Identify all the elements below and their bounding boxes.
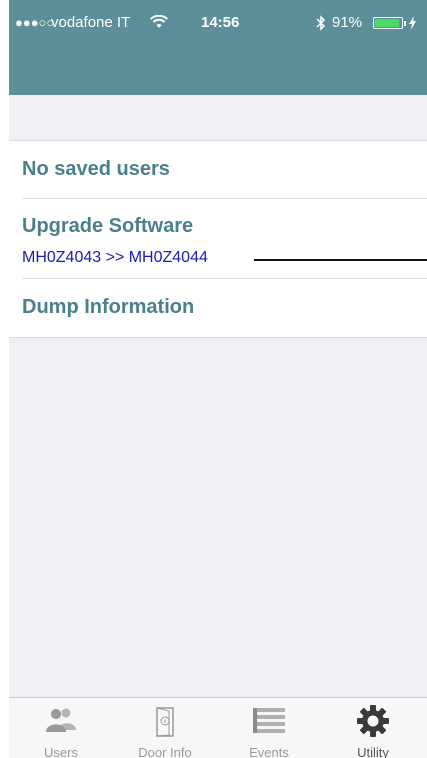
dump-information-label: Dump Information bbox=[22, 296, 195, 318]
firmware-version-text: MH0Z4043 >> MH0Z4044 bbox=[22, 249, 208, 266]
tab-utility-label: Utility bbox=[357, 745, 389, 758]
battery-level bbox=[375, 19, 399, 27]
bluetooth-icon bbox=[316, 13, 326, 37]
navigation-header: ●●●○○ vodafone IT 14:56 91% bbox=[9, 0, 427, 95]
tab-door-info-label: Door Info bbox=[138, 745, 192, 758]
status-bar: ●●●○○ vodafone IT 14:56 91% bbox=[9, 13, 427, 33]
charging-icon bbox=[409, 13, 416, 36]
signal-strength-icon: ●●●○○ bbox=[15, 15, 55, 30]
list-item-saved-users[interactable]: No saved users bbox=[9, 141, 427, 199]
tab-utility[interactable]: Utility bbox=[321, 698, 425, 758]
battery-cap bbox=[404, 21, 406, 26]
tab-users-label: Users bbox=[44, 745, 78, 758]
empty-background bbox=[9, 337, 427, 697]
battery-icon bbox=[373, 17, 403, 29]
upgrade-software-label: Upgrade Software bbox=[22, 215, 194, 237]
saved-users-label: No saved users bbox=[22, 158, 170, 180]
screen-border bbox=[0, 0, 9, 758]
utility-list: No saved users Upgrade Software MH0Z4043… bbox=[9, 141, 427, 337]
clock: 14:56 bbox=[201, 14, 240, 31]
tab-bar: Users Door Info Events Utility bbox=[9, 697, 427, 758]
events-icon bbox=[252, 706, 286, 743]
tab-events-label: Events bbox=[249, 745, 289, 758]
wifi-icon bbox=[150, 14, 168, 33]
tab-events[interactable]: Events bbox=[217, 698, 321, 758]
carrier-name: vodafone IT bbox=[51, 14, 131, 31]
annotation-line bbox=[254, 259, 427, 261]
battery-percentage: 91% bbox=[332, 14, 363, 31]
gear-icon bbox=[355, 705, 391, 744]
list-item-dump-information[interactable]: Dump Information bbox=[9, 279, 427, 337]
door-info-icon bbox=[154, 706, 176, 743]
section-spacer bbox=[9, 95, 427, 141]
tab-users[interactable]: Users bbox=[9, 698, 113, 758]
app-screen: ●●●○○ vodafone IT 14:56 91% No saved use… bbox=[9, 0, 427, 758]
users-icon bbox=[44, 706, 78, 741]
tab-door-info[interactable]: Door Info bbox=[113, 698, 217, 758]
list-item-upgrade-software[interactable]: Upgrade Software MH0Z4043 >> MH0Z4044 bbox=[9, 199, 427, 279]
